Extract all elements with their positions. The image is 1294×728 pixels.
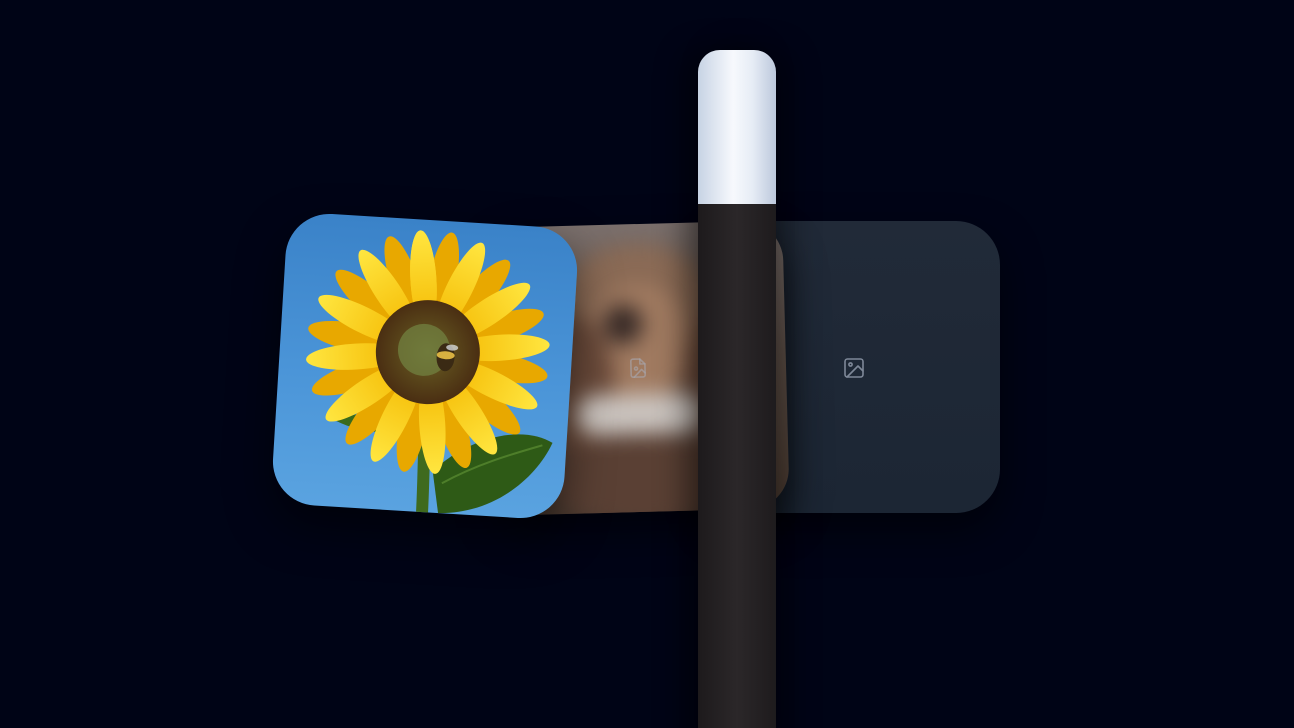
wand-cap — [698, 50, 776, 204]
sunflower-photo — [306, 230, 553, 521]
sunflower-image-card[interactable] — [270, 211, 580, 521]
image-file-icon — [630, 358, 646, 378]
reveal-stage — [0, 0, 1294, 728]
image-icon — [844, 358, 864, 378]
reveal-wand-handle[interactable] — [698, 50, 776, 728]
